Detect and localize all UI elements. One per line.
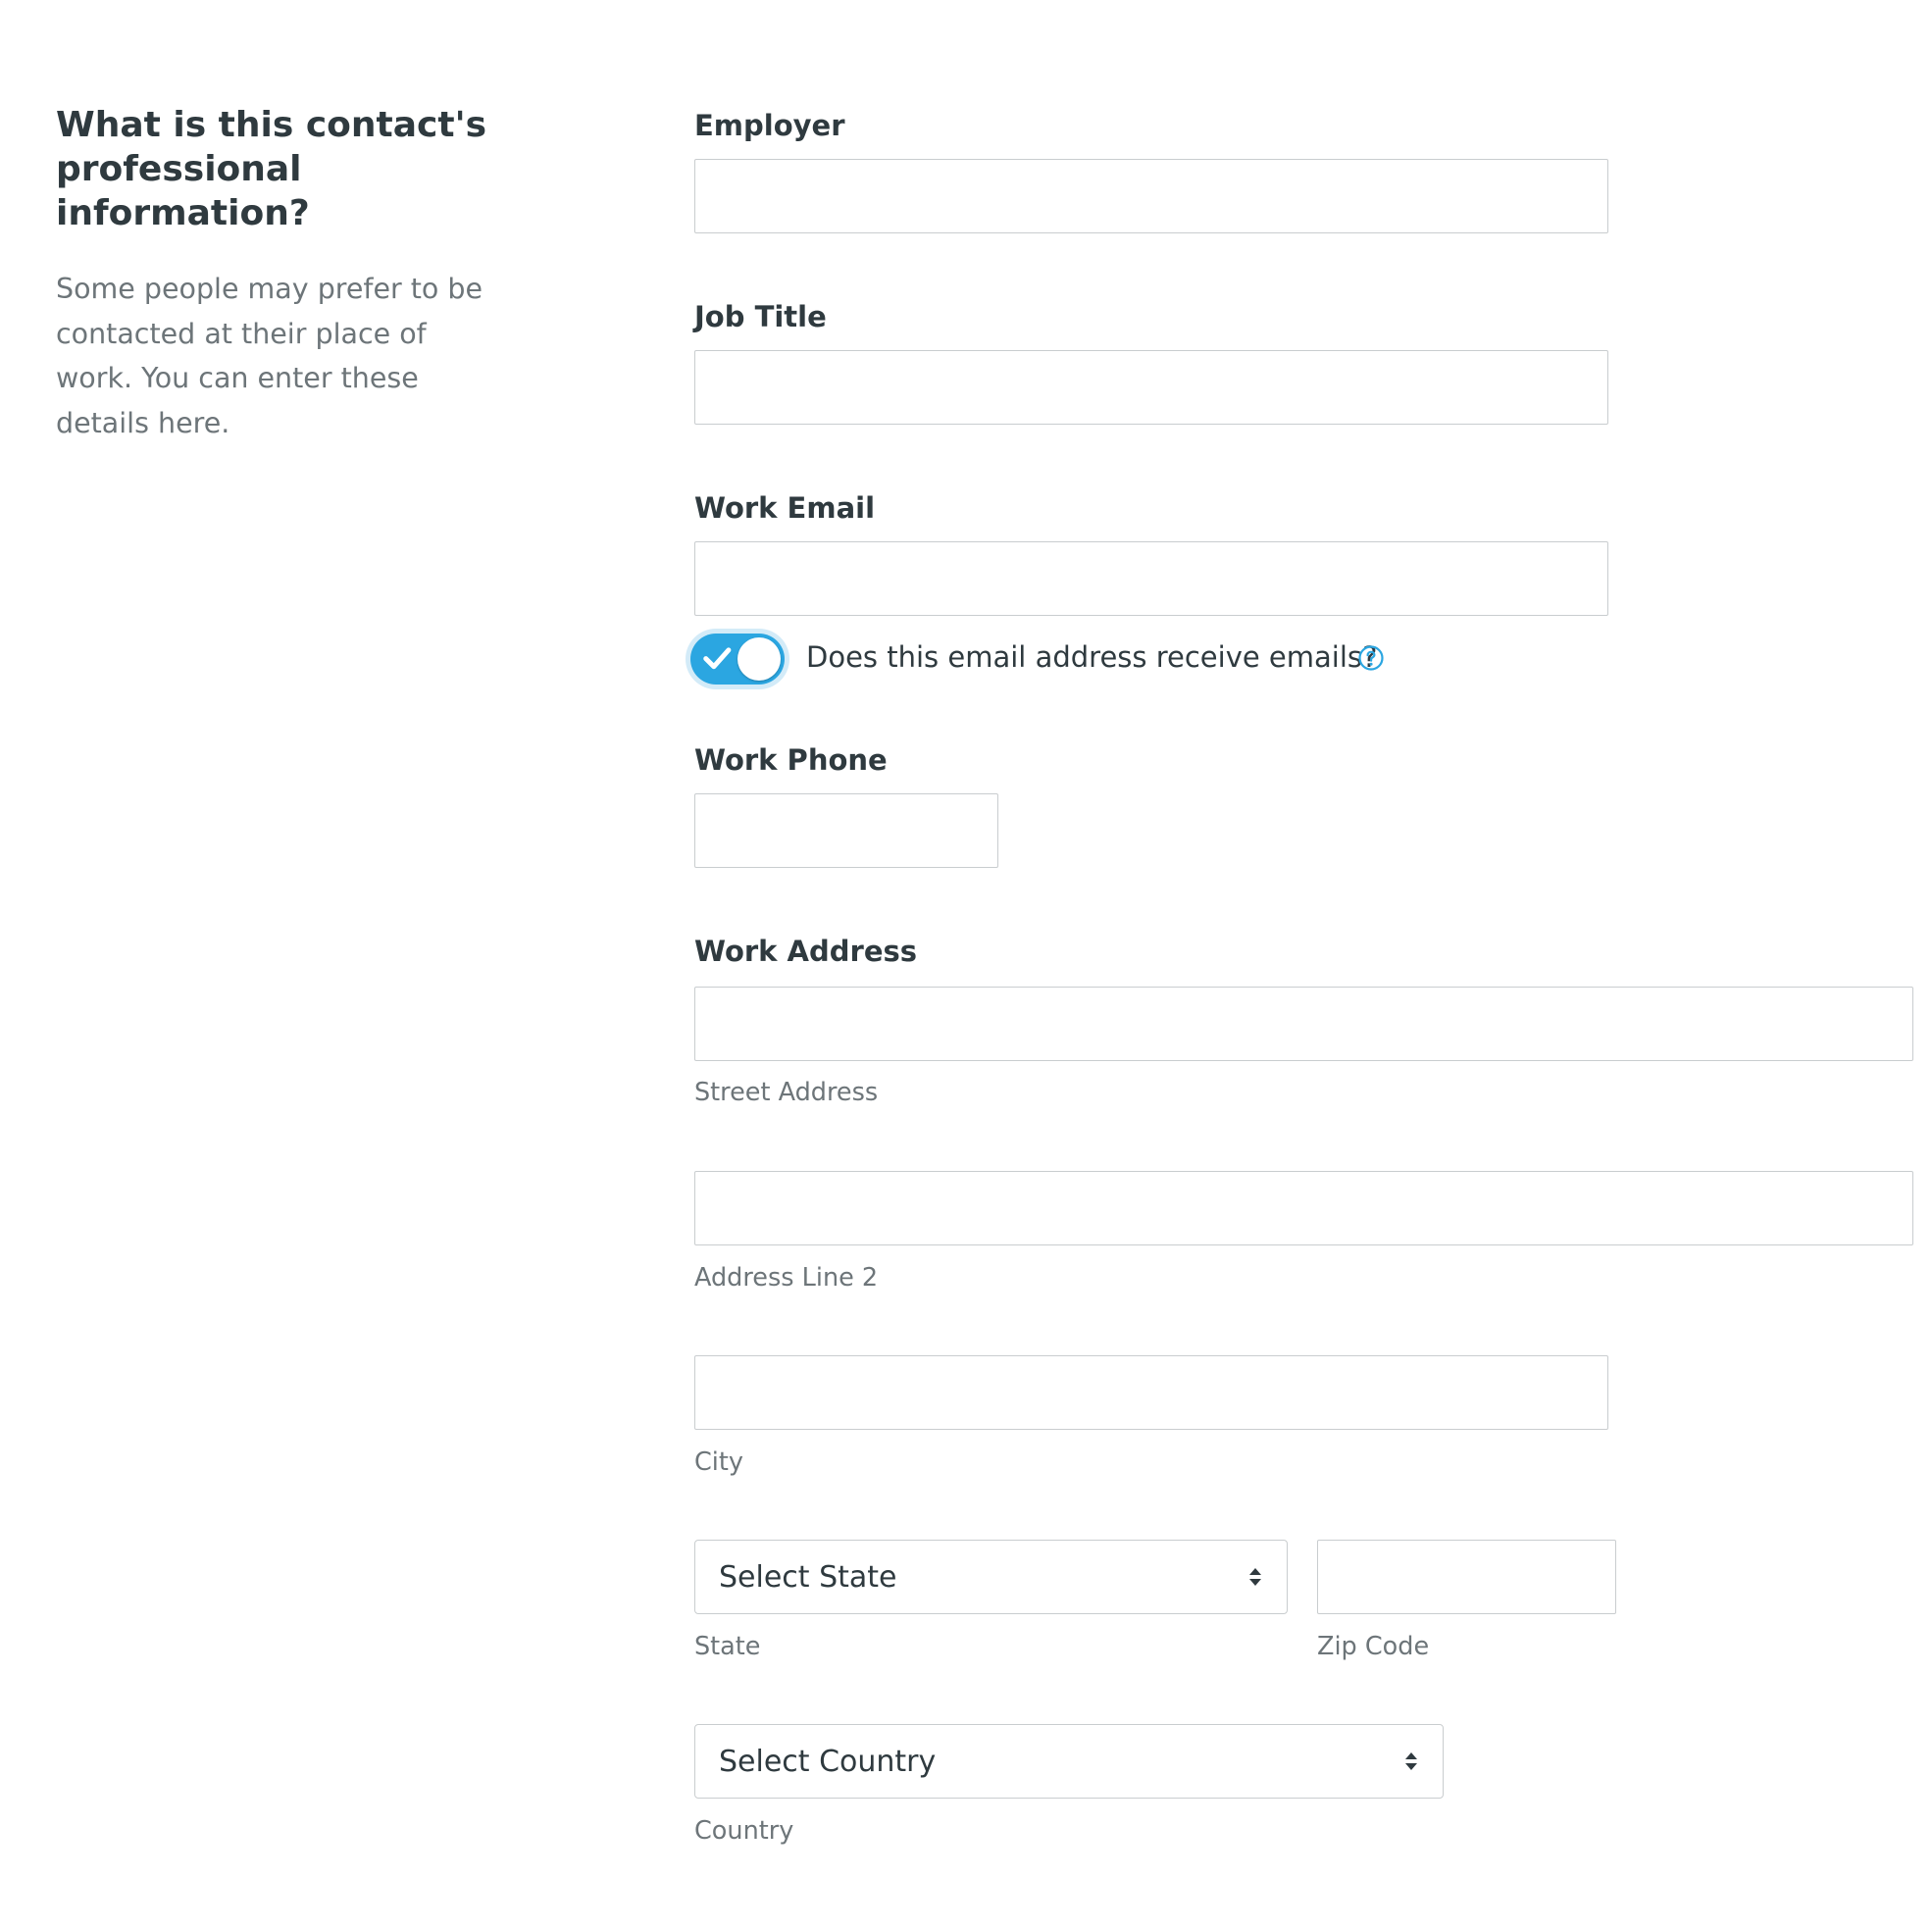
address-line-2-hint: Address Line 2	[694, 1263, 879, 1293]
state-select[interactable]: Select State	[694, 1540, 1288, 1614]
sort-arrows-icon	[1405, 1752, 1417, 1770]
receive-emails-toggle[interactable]	[690, 634, 785, 685]
work-phone-label: Work Phone	[694, 743, 888, 777]
work-phone-input[interactable]	[694, 793, 998, 868]
state-hint: State	[694, 1632, 761, 1661]
zip-code-hint: Zip Code	[1317, 1632, 1430, 1661]
receive-emails-label: Does this email address receive emails?	[806, 640, 1378, 674]
toggle-knob	[737, 637, 781, 681]
section-description: Some people may prefer to be contacted a…	[56, 273, 483, 439]
country-select[interactable]: Select Country	[694, 1724, 1444, 1799]
section-intro: What is this contact's professional info…	[56, 103, 497, 445]
zip-code-input[interactable]	[1317, 1540, 1616, 1614]
work-email-input[interactable]	[694, 541, 1608, 616]
checkmark-icon	[703, 647, 732, 670]
street-address-hint: Street Address	[694, 1078, 879, 1107]
country-select-value: Select Country	[719, 1744, 937, 1779]
address-line-2-input[interactable]	[694, 1171, 1913, 1245]
work-address-label: Work Address	[694, 935, 918, 968]
job-title-input[interactable]	[694, 350, 1608, 425]
city-input[interactable]	[694, 1355, 1608, 1430]
employer-input[interactable]	[694, 159, 1608, 233]
job-title-label: Job Title	[694, 300, 827, 333]
sort-arrows-icon	[1249, 1568, 1261, 1586]
country-hint: Country	[694, 1816, 794, 1846]
section-heading: What is this contact's professional info…	[56, 105, 487, 233]
work-email-label: Work Email	[694, 491, 876, 525]
city-hint: City	[694, 1447, 743, 1477]
question-circle-icon[interactable]	[1357, 644, 1385, 672]
street-address-input[interactable]	[694, 987, 1913, 1061]
employer-label: Employer	[694, 109, 845, 142]
state-select-value: Select State	[719, 1559, 897, 1595]
